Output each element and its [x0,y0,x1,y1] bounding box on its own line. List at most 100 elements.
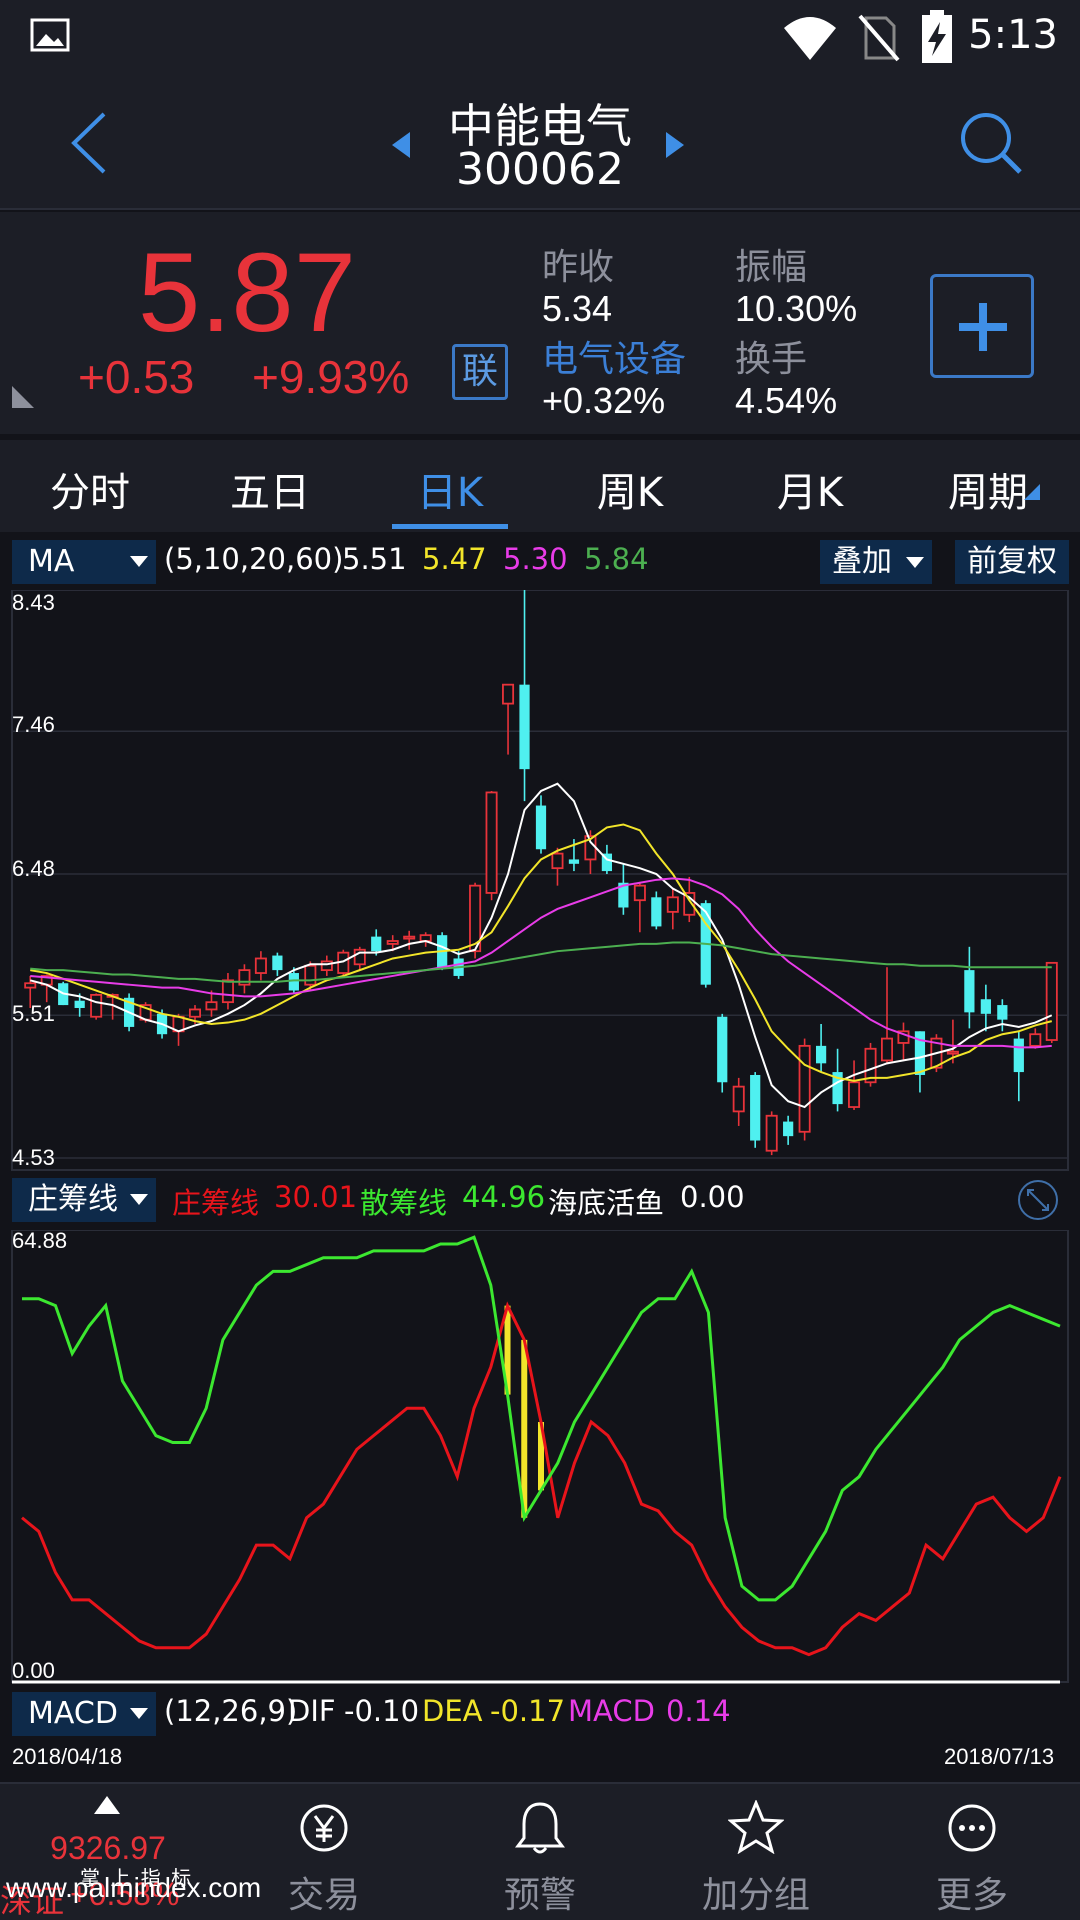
chevron-down-icon [130,1194,148,1205]
dealer-line-value: 30.01 [274,1180,358,1214]
candle-up [403,935,416,940]
expand-icon[interactable] [1016,1178,1060,1222]
amplitude-label: 振幅 [735,247,808,288]
tab-monthly-k[interactable]: 月K [750,460,870,518]
tab-intraday[interactable]: 分时 [30,460,150,518]
active-tab-indicator [392,524,508,529]
tab-five-day[interactable]: 五日 [210,460,330,518]
plus-icon [959,303,1007,351]
turnover-value: 4.54% [735,380,838,421]
caret-up-icon [94,1796,120,1814]
add-watchlist-button[interactable] [930,274,1034,378]
candle-up [502,683,515,705]
nav-add-group[interactable]: 加分组 [666,1784,846,1920]
candle-up [386,940,399,945]
candle-down [997,1005,1008,1020]
star-icon [728,1800,784,1854]
turnover-label: 换手 [735,339,808,380]
nav-alert-label: 预警 [503,1875,576,1916]
overlay-label: 叠加 [832,544,892,579]
candle-down [74,1000,85,1008]
sector-link[interactable]: 电气设备 [542,330,686,382]
ind-y-tick-bottom: 0.00 [12,1658,55,1683]
candle-up [254,957,267,974]
overlay-button[interactable]: 叠加 [820,540,932,584]
indicator-chart[interactable] [0,1230,1080,1684]
indicator-dropdown[interactable]: 庄筹线 [12,1178,156,1222]
nav-alert[interactable]: 预警 [450,1784,630,1920]
yuan-icon [300,1804,348,1852]
ma5-value: 5.51 [342,542,407,576]
ma-dropdown[interactable]: MA [12,540,156,584]
nav-more[interactable]: 更多 [882,1784,1062,1920]
candle-down [783,1121,794,1137]
y-tick-4: 5.51 [12,1001,55,1026]
end-date: 2018/07/13 [944,1744,1055,1769]
ind-y-tick-top: 64.88 [12,1228,68,1253]
candle-down [980,999,991,1014]
watermark-url: www.palmindex.com [6,1872,262,1903]
period-dropdown-icon [1024,484,1040,500]
nav-more-label: 更多 [935,1875,1008,1916]
y-tick-bottom: 4.53 [12,1145,55,1170]
candle-down [651,897,662,927]
candle-down [519,684,530,770]
indicator-bar: 庄筹线 庄筹线 30.01 散筹线 44.96 海底活鱼 0.00 [0,1172,1080,1228]
candle-down [272,955,283,971]
candle-up [551,852,564,870]
linked-button[interactable]: 联 [452,344,508,400]
kline-chart[interactable] [0,590,1080,1172]
prev-close-label: 昨收 [542,247,615,288]
start-date: 2018/04/18 [12,1744,123,1769]
candle-up [485,791,498,894]
candle-up [765,1114,778,1152]
gallery-notification-icon [30,18,70,52]
amplitude-value: 10.30% [735,288,858,329]
candle-down [964,970,975,1013]
candle-down [1013,1038,1024,1073]
ma-params: (5,10,20,60) [164,542,344,576]
retail-line-value: 44.96 [462,1180,546,1214]
ma-bar: MA (5,10,20,60) 5.51 5.47 5.30 5.84 叠加 前… [0,534,1080,590]
candle-up [90,993,103,1018]
dea-value: -0.17 [490,1694,566,1728]
ma-dropdown-label: MA [28,544,75,579]
chevron-down-icon [130,556,148,567]
dif-value: -0.10 [344,1694,420,1728]
candle-up [205,1001,218,1011]
ma20-value: 5.30 [503,542,568,576]
candle-down [815,1045,827,1064]
candle-up [946,1050,959,1055]
macd-dropdown[interactable]: MACD [12,1692,156,1736]
tab-daily-k[interactable]: 日K [390,460,510,518]
prev-close-value: 5.34 [542,288,613,329]
bottom-fish-value: 0.00 [680,1180,745,1214]
candle-up [304,964,317,986]
macd-dropdown-label: MACD [28,1696,118,1731]
corner-triangle-icon [12,386,34,408]
period-tabs: 分时 五日 日K 周K 月K 周期 [0,440,1080,532]
retail-line-label: 散筹线 [360,1186,448,1220]
candle-up [633,884,646,902]
price-change-pct: +9.93% [252,351,410,403]
adjust-button[interactable]: 前复权 [955,540,1069,584]
bottom-fish-label: 海底活鱼 [548,1186,665,1220]
dif-label: DIF [288,1694,336,1728]
chart-frame [11,590,1069,1171]
next-stock-icon[interactable] [664,130,686,160]
macd-value: 0.14 [666,1694,731,1728]
price-change: +0.53 [78,351,195,403]
dealer-line-label: 庄筹线 [172,1186,260,1220]
chevron-down-icon [130,1708,148,1719]
candle-up [221,979,234,1004]
macd-bar: MACD (12,26,9) DIF -0.10 DEA -0.17 MACD … [0,1686,1080,1742]
tab-weekly-k[interactable]: 周K [570,460,690,518]
candle-up [732,1085,745,1113]
search-icon[interactable] [958,110,1024,176]
candle-down [717,1016,728,1083]
candle-up [848,1081,861,1108]
status-bar: 5:13 [0,0,1080,76]
last-price: 5.87 [138,230,356,355]
candle-up [24,982,37,989]
macd-label: MACD [568,1694,655,1728]
